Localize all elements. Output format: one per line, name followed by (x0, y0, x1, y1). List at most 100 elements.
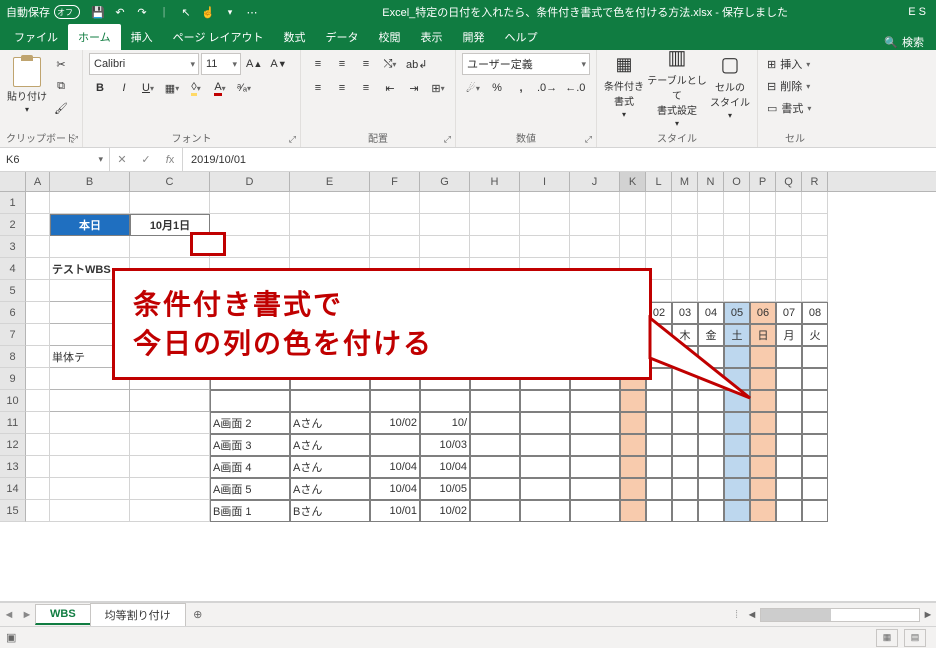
cell-E2[interactable] (290, 214, 370, 236)
cell-O13[interactable] (724, 456, 750, 478)
cell-O11[interactable] (724, 412, 750, 434)
cell-H12[interactable] (470, 434, 520, 456)
cell-P3[interactable] (750, 236, 776, 258)
number-format-combo[interactable]: ユーザー定義 (462, 53, 590, 75)
cell-L11[interactable] (646, 412, 672, 434)
cell-K15[interactable] (620, 500, 646, 522)
col-head-E[interactable]: E (290, 172, 370, 191)
cell-P5[interactable] (750, 280, 776, 302)
cell-J13[interactable] (570, 456, 620, 478)
cell-J12[interactable] (570, 434, 620, 456)
cell-G12[interactable]: 10/03 (420, 434, 470, 456)
col-head-N[interactable]: N (698, 172, 724, 191)
cell-Q14[interactable] (776, 478, 802, 500)
cell-G1[interactable] (420, 192, 470, 214)
cell-G13[interactable]: 10/04 (420, 456, 470, 478)
cell-I13[interactable] (520, 456, 570, 478)
cell-G11[interactable]: 10/ (420, 412, 470, 434)
cell-Q8[interactable] (776, 346, 802, 368)
sheet-tab-2[interactable]: 均等割り付け (90, 603, 186, 626)
cell-R4[interactable] (802, 258, 828, 280)
italic-button[interactable]: I (113, 77, 135, 99)
cell-M11[interactable] (672, 412, 698, 434)
qat-more-icon[interactable]: ▾ (220, 2, 240, 22)
border-button[interactable]: ▦ (161, 77, 183, 99)
decrease-indent-button[interactable]: ⇤ (379, 77, 401, 99)
cell-P14[interactable] (750, 478, 776, 500)
cell-A5[interactable] (26, 280, 50, 302)
tab-review[interactable]: 校閲 (369, 24, 411, 50)
col-head-G[interactable]: G (420, 172, 470, 191)
cell-M14[interactable] (672, 478, 698, 500)
cell-N4[interactable] (698, 258, 724, 280)
col-head-Q[interactable]: Q (776, 172, 802, 191)
row-head-4[interactable]: 4 (0, 258, 26, 280)
cell-R9[interactable] (802, 368, 828, 390)
launcher-icon[interactable]: ⤢ (71, 134, 78, 145)
cell-R6[interactable]: 08 (802, 302, 828, 324)
cell-C15[interactable] (130, 500, 210, 522)
cell-F13[interactable]: 10/04 (370, 456, 420, 478)
cell-E14[interactable]: Aさん (290, 478, 370, 500)
undo-icon[interactable]: ↶ (110, 2, 130, 22)
cell-B2[interactable]: 本日 (50, 214, 130, 236)
cell-R1[interactable] (802, 192, 828, 214)
cell-K3[interactable] (620, 236, 646, 258)
formula-input[interactable]: 2019/10/01 (183, 148, 936, 171)
normal-view-button[interactable]: ▦ (876, 629, 898, 647)
merge-button[interactable]: ⊞ (427, 77, 449, 99)
cell-M2[interactable] (672, 214, 698, 236)
touch-icon[interactable]: ☝ (198, 2, 218, 22)
sheet-tab-wbs[interactable]: WBS (35, 604, 91, 625)
tab-data[interactable]: データ (316, 24, 369, 50)
cell-M4[interactable] (672, 258, 698, 280)
cell-O5[interactable] (724, 280, 750, 302)
cell-Q7[interactable]: 月 (776, 324, 802, 346)
cell-N12[interactable] (698, 434, 724, 456)
format-painter-button[interactable]: 🖌 (50, 97, 72, 119)
cell-A11[interactable] (26, 412, 50, 434)
decrease-font-button[interactable]: A▼ (267, 53, 289, 75)
col-head-R[interactable]: R (802, 172, 828, 191)
row-head-10[interactable]: 10 (0, 390, 26, 412)
cell-J1[interactable] (570, 192, 620, 214)
cell-D10[interactable] (210, 390, 290, 412)
pointer-icon[interactable]: ↖ (176, 2, 196, 22)
orientation-button[interactable]: ⤭ (379, 53, 401, 75)
cell-K11[interactable] (620, 412, 646, 434)
cell-A8[interactable] (26, 346, 50, 368)
cell-I11[interactable] (520, 412, 570, 434)
cell-N1[interactable] (698, 192, 724, 214)
row-head-14[interactable]: 14 (0, 478, 26, 500)
cell-G15[interactable]: 10/02 (420, 500, 470, 522)
tab-help[interactable]: ヘルプ (495, 24, 548, 50)
cell-C10[interactable] (130, 390, 210, 412)
tab-home[interactable]: ホーム (68, 24, 121, 50)
cell-C12[interactable] (130, 434, 210, 456)
col-head-H[interactable]: H (470, 172, 520, 191)
cell-R7[interactable]: 火 (802, 324, 828, 346)
row-head-5[interactable]: 5 (0, 280, 26, 302)
cell-C13[interactable] (130, 456, 210, 478)
wrap-text-button[interactable]: ab↲ (403, 53, 430, 75)
add-sheet-button[interactable]: ⊕ (186, 608, 210, 621)
cut-button[interactable]: ✂ (50, 53, 72, 75)
cell-L15[interactable] (646, 500, 672, 522)
cell-Q12[interactable] (776, 434, 802, 456)
cell-L12[interactable] (646, 434, 672, 456)
account-label[interactable]: E S (908, 6, 930, 18)
cell-L3[interactable] (646, 236, 672, 258)
cell-styles-button[interactable]: ▢ セルの スタイル▾ (709, 53, 751, 119)
launcher-icon[interactable]: ⤢ (444, 134, 451, 145)
row-head-6[interactable]: 6 (0, 302, 26, 324)
save-icon[interactable]: 💾 (88, 2, 108, 22)
cell-Q2[interactable] (776, 214, 802, 236)
cell-R10[interactable] (802, 390, 828, 412)
cell-I10[interactable] (520, 390, 570, 412)
cell-N5[interactable] (698, 280, 724, 302)
cell-G14[interactable]: 10/05 (420, 478, 470, 500)
cell-A6[interactable] (26, 302, 50, 324)
bold-button[interactable]: B (89, 77, 111, 99)
col-head-J[interactable]: J (570, 172, 620, 191)
decrease-decimal-button[interactable]: ←.0 (562, 77, 588, 99)
